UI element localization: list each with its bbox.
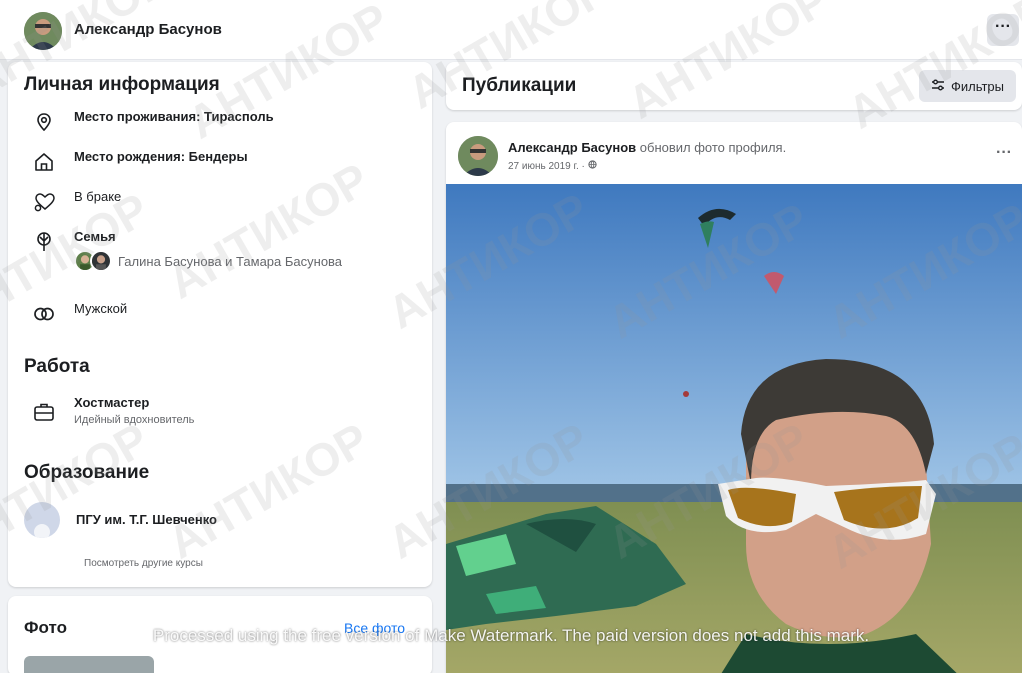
gender-text: Мужской xyxy=(74,301,128,316)
residence-text: Место проживания: Тирасполь xyxy=(74,109,274,124)
post-date[interactable]: 27 июнь 2019 г. · xyxy=(508,161,588,172)
location-pin-icon xyxy=(30,108,58,136)
relationship-row: В браке xyxy=(30,188,121,216)
family-members[interactable]: Галина Басунова и Тамара Басунова xyxy=(74,250,342,272)
globe-icon xyxy=(587,160,597,172)
post-meta: 27 июнь 2019 г. · xyxy=(508,160,597,172)
filters-button[interactable]: Фильтры xyxy=(918,70,1016,102)
family-title: Семья xyxy=(74,229,116,244)
more-options-button[interactable]: ··· xyxy=(987,14,1019,46)
school-name[interactable]: ПГУ им. Т.Г. Шевченко xyxy=(76,511,217,529)
work-title: Работа xyxy=(24,356,90,377)
post-author-line: Александр Басунов обновил фото профиля. xyxy=(508,140,786,155)
home-icon xyxy=(30,148,58,176)
work-row: Хостмастер Идейный вдохновитель xyxy=(30,394,194,428)
personal-info-title: Личная информация xyxy=(24,74,220,95)
family-icon xyxy=(30,228,58,256)
briefcase-icon xyxy=(30,398,58,426)
relationship-text: В браке xyxy=(74,189,122,204)
post-action: обновил фото профиля. xyxy=(639,140,787,155)
profile-avatar[interactable] xyxy=(24,12,62,50)
birthplace-text: Место рождения: Бендеры xyxy=(74,149,248,164)
education-row: ПГУ им. Т.Г. Шевченко xyxy=(24,502,217,538)
post-card: Александр Басунов обновил фото профиля. … xyxy=(446,122,1022,673)
publications-title: Публикации xyxy=(462,75,577,96)
photo-thumbnail[interactable] xyxy=(24,656,154,673)
education-title: Образование xyxy=(24,462,150,483)
heart-icon xyxy=(30,188,58,216)
family-names[interactable]: Галина Басунова и Тамара Басунова xyxy=(118,254,342,269)
about-card: Личная информация Место проживания: Тира… xyxy=(8,62,432,587)
gender-row: Мужской xyxy=(30,300,127,328)
work-company[interactable]: Хостмастер xyxy=(74,394,194,412)
photos-card: Фото Все фото xyxy=(8,596,432,673)
family-row: Семья Галина Басунова и Тамара Басунова xyxy=(30,228,342,272)
school-placeholder-icon[interactable] xyxy=(24,502,60,538)
profile-header-bar: Александр Басунов ··· xyxy=(0,0,1022,60)
work-position: Идейный вдохновитель xyxy=(74,414,195,426)
birthplace-row: Место рождения: Бендеры xyxy=(30,148,248,176)
residence-row: Место проживания: Тирасполь xyxy=(30,108,274,136)
post-author-name[interactable]: Александр Басунов xyxy=(508,140,636,155)
family-avatar-2[interactable] xyxy=(90,250,112,272)
all-photos-link[interactable]: Все фото xyxy=(344,620,405,636)
post-author-avatar[interactable] xyxy=(458,136,498,176)
see-other-courses-link[interactable]: Посмотреть другие курсы xyxy=(84,558,203,569)
publications-header: Публикации Фильтры xyxy=(446,62,1022,110)
filters-icon xyxy=(931,79,945,94)
post-photo[interactable] xyxy=(446,184,1022,673)
gender-icon xyxy=(30,300,58,328)
photos-title: Фото xyxy=(24,618,67,637)
post-more-button[interactable]: ··· xyxy=(996,144,1012,162)
profile-name[interactable]: Александр Басунов xyxy=(74,21,222,38)
filters-label: Фильтры xyxy=(950,78,1004,94)
